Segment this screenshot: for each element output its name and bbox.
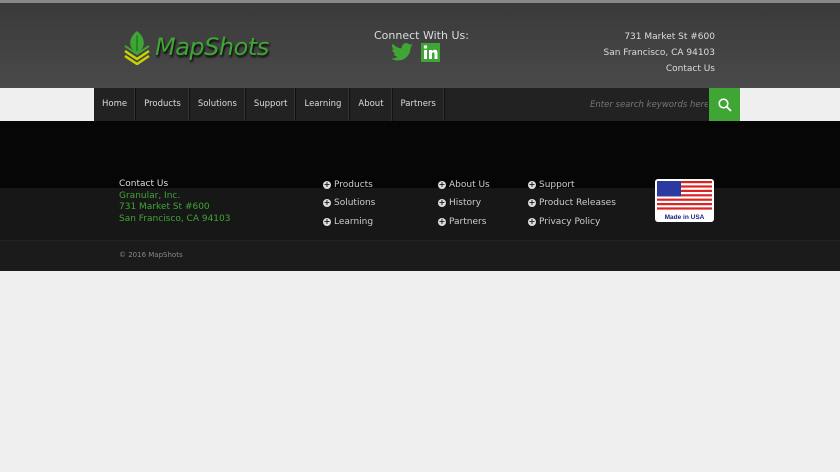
made-in-usa-badge: Made in USA <box>655 179 714 222</box>
nav-products[interactable]: Products <box>136 88 190 121</box>
nav-partners[interactable]: Partners <box>393 88 445 121</box>
footer-link-privacy-policy[interactable]: + Privacy Policy <box>528 217 600 227</box>
link-label: Product Releases <box>539 198 616 208</box>
footer-link-products[interactable]: + Products <box>323 180 373 190</box>
link-label: About Us <box>449 180 490 190</box>
footer-link-product-releases[interactable]: + Product Releases <box>528 198 616 208</box>
header: MapShots Connect With Us: 731 Market St … <box>0 0 840 88</box>
copyright: © 2016 MapShots <box>119 251 183 259</box>
link-label: Partners <box>449 217 487 227</box>
us-flag-icon <box>657 181 712 210</box>
nav-learning[interactable]: Learning <box>296 88 351 121</box>
footer-link-about-us[interactable]: + About Us <box>438 180 490 190</box>
plus-circle-icon: + <box>438 198 446 207</box>
badge-text: Made in USA <box>664 214 705 221</box>
dark-band <box>0 121 840 188</box>
link-label: Products <box>334 180 373 190</box>
footer-city: San Francisco, CA 94103 <box>119 213 231 224</box>
link-label: History <box>449 198 482 208</box>
nav-solutions[interactable]: Solutions <box>190 88 246 121</box>
plus-circle-icon: + <box>438 217 446 226</box>
plus-circle-icon: + <box>528 180 536 189</box>
plus-circle-icon: + <box>323 180 331 189</box>
footer-link-solutions[interactable]: + Solutions <box>323 198 375 208</box>
plus-circle-icon: + <box>438 180 446 189</box>
search-input[interactable] <box>590 88 708 121</box>
nav-support[interactable]: Support <box>246 88 297 121</box>
link-label: Solutions <box>334 198 376 208</box>
footer-link-history[interactable]: + History <box>438 198 481 208</box>
logo[interactable]: MapShots <box>123 29 269 65</box>
footer-link-learning[interactable]: + Learning <box>323 217 373 227</box>
link-label: Learning <box>334 217 374 227</box>
footer-contact: Contact Us Granular, Inc. 731 Market St … <box>119 179 230 225</box>
nav-home[interactable]: Home <box>94 88 137 121</box>
plus-circle-icon: + <box>323 198 331 207</box>
header-address-line1: 731 Market St #600 <box>624 32 715 42</box>
header-address-line2: San Francisco, CA 94103 <box>603 48 715 58</box>
connect-label: Connect With Us: <box>374 29 469 42</box>
linkedin-icon[interactable] <box>421 43 440 62</box>
logo-text: MapShots <box>155 33 269 61</box>
footer-link-partners[interactable]: + Partners <box>438 217 486 227</box>
plus-circle-icon: + <box>323 217 331 226</box>
search-button[interactable] <box>709 88 740 121</box>
leaf-logo-icon <box>124 31 150 65</box>
nav-about[interactable]: About <box>350 88 393 121</box>
link-label: Privacy Policy <box>539 217 601 227</box>
twitter-icon[interactable] <box>391 43 413 61</box>
search-icon <box>717 97 732 112</box>
footer-company: Granular, Inc. <box>119 190 181 201</box>
footer-link-support[interactable]: + Support <box>528 180 575 190</box>
header-contact-link[interactable]: Contact Us <box>604 61 715 77</box>
plus-circle-icon: + <box>528 217 536 226</box>
plus-circle-icon: + <box>528 198 536 207</box>
footer-contact-title: Contact Us <box>119 179 169 189</box>
link-label: Support <box>539 180 575 190</box>
footer-street: 731 Market St #600 <box>119 202 210 212</box>
